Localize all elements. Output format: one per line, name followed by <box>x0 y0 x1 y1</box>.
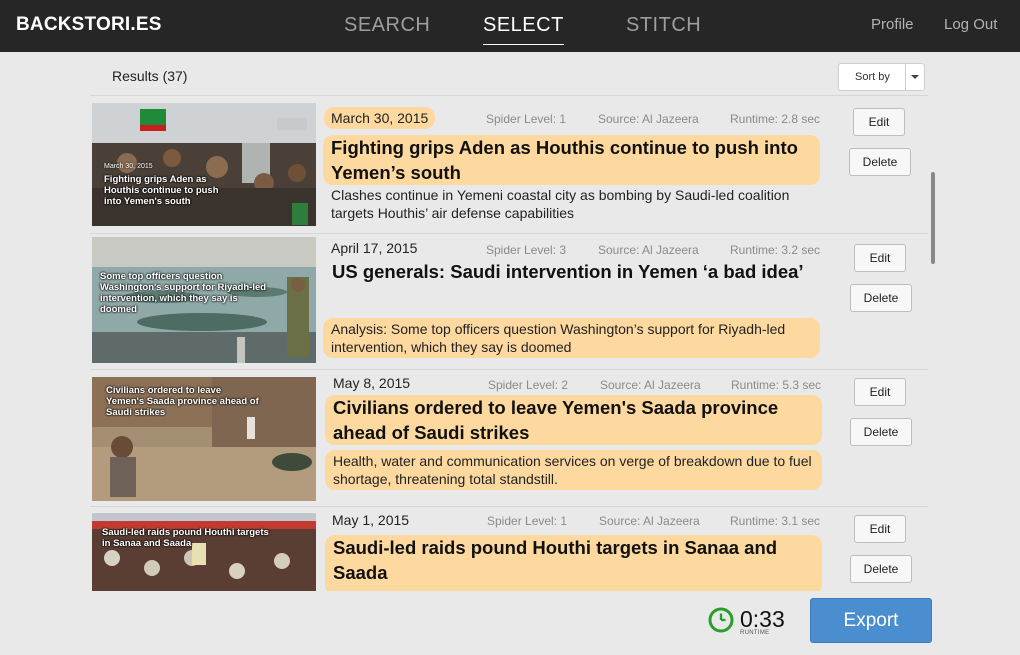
caret-down-icon[interactable] <box>911 75 919 79</box>
spider-level: Spider Level: 3 <box>486 243 567 257</box>
edit-button[interactable]: Edit <box>854 244 906 272</box>
article-thumbnail[interactable]: March 30, 2015 Fighting grips Aden as Ho… <box>92 103 316 226</box>
article-summary: Analysis: Some top officers question Was… <box>323 318 820 358</box>
article-runtime: Runtime: 3.1 sec <box>730 514 821 528</box>
sort-by-dropdown[interactable]: Sort by <box>838 63 925 91</box>
nav-search[interactable]: SEARCH <box>344 14 430 37</box>
delete-button[interactable]: Delete <box>850 284 912 312</box>
thumbnail-caption: Some top officers question Washington's … <box>100 271 267 315</box>
spider-level: Spider Level: 1 <box>486 112 567 126</box>
article-summary: Health, water and communication services… <box>325 450 822 490</box>
scrollbar-thumb[interactable] <box>931 172 935 264</box>
article-summary: Clashes continue in Yemeni coastal city … <box>331 187 790 221</box>
clock-icon <box>708 607 734 633</box>
delete-button[interactable]: Delete <box>849 148 911 176</box>
article-date: April 17, 2015 <box>331 240 418 256</box>
thumbnail-date: March 30, 2015 <box>104 163 153 170</box>
spider-level: Spider Level: 2 <box>488 378 569 392</box>
spider-level: Spider Level: 1 <box>487 514 568 528</box>
runtime-label: RUNTIME <box>740 630 770 636</box>
article-source: Source: Al Jazeera <box>600 378 701 392</box>
nav-stitch[interactable]: STITCH <box>626 14 701 37</box>
delete-button[interactable]: Delete <box>850 555 912 583</box>
article-source: Source: Al Jazeera <box>598 112 699 126</box>
total-runtime: 0:33 <box>740 606 785 632</box>
article-thumbnail-selected[interactable]: Civilians ordered to leave Yemen's Saada… <box>92 377 316 501</box>
thumbnail-caption: Saudi-led raids pound Houthi targets in … <box>102 527 269 549</box>
results-count: Results (37) <box>112 68 188 84</box>
article-runtime: Runtime: 2.8 sec <box>730 112 821 126</box>
article-thumbnail[interactable]: Some top officers question Washington's … <box>92 237 316 363</box>
edit-button[interactable]: Edit <box>853 108 905 136</box>
article-source: Source: Al Jazeera <box>598 243 699 257</box>
article-card: Civilians ordered to leave Yemen's Saada… <box>90 370 928 506</box>
article-thumbnail-selected[interactable]: Saudi-led raids pound Houthi targets in … <box>92 513 316 591</box>
article-card: March 30, 2015 Fighting grips Aden as Ho… <box>90 95 928 232</box>
export-button[interactable]: Export <box>810 598 932 643</box>
article-runtime: Runtime: 5.3 sec <box>731 378 822 392</box>
article-title[interactable]: Saudi-led raids pound Houthi targets in … <box>325 535 822 591</box>
article-runtime: Runtime: 3.2 sec <box>730 243 821 257</box>
article-title[interactable]: Civilians ordered to leave Yemen's Saada… <box>325 395 822 445</box>
article-card: Some top officers question Washington's … <box>90 234 928 369</box>
thumbnail-caption: Fighting grips Aden as Houthis continue … <box>104 174 219 207</box>
article-date: May 8, 2015 <box>333 375 411 391</box>
edit-button[interactable]: Edit <box>854 378 906 406</box>
edit-button[interactable]: Edit <box>854 515 906 543</box>
article-source: Source: Al Jazeera <box>599 514 700 528</box>
logout-link[interactable]: Log Out <box>944 16 997 33</box>
profile-link[interactable]: Profile <box>871 16 914 33</box>
sort-by-label: Sort by <box>855 71 890 83</box>
article-date: May 1, 2015 <box>332 512 410 528</box>
thumbnail-caption: Civilians ordered to leave Yemen's Saada… <box>106 385 259 418</box>
nav-select[interactable]: SELECT <box>483 14 564 45</box>
article-card: Saudi-led raids pound Houthi targets in … <box>90 507 928 591</box>
results-scrollbar[interactable] <box>928 95 937 591</box>
brand-logo[interactable]: BACKSTORI.ES <box>16 14 162 36</box>
results-list[interactable]: March 30, 2015 Fighting grips Aden as Ho… <box>90 95 928 591</box>
protest-photo <box>92 513 316 591</box>
article-title[interactable]: US generals: Saudi intervention in Yemen… <box>324 259 821 284</box>
sort-by-divider <box>905 64 906 90</box>
article-title[interactable]: Fighting grips Aden as Houthis continue … <box>323 135 820 185</box>
article-date: March 30, 2015 <box>324 107 436 129</box>
delete-button[interactable]: Delete <box>850 418 912 446</box>
top-navigation-bar: BACKSTORI.ES SEARCH SELECT STITCH Profil… <box>0 0 1020 52</box>
